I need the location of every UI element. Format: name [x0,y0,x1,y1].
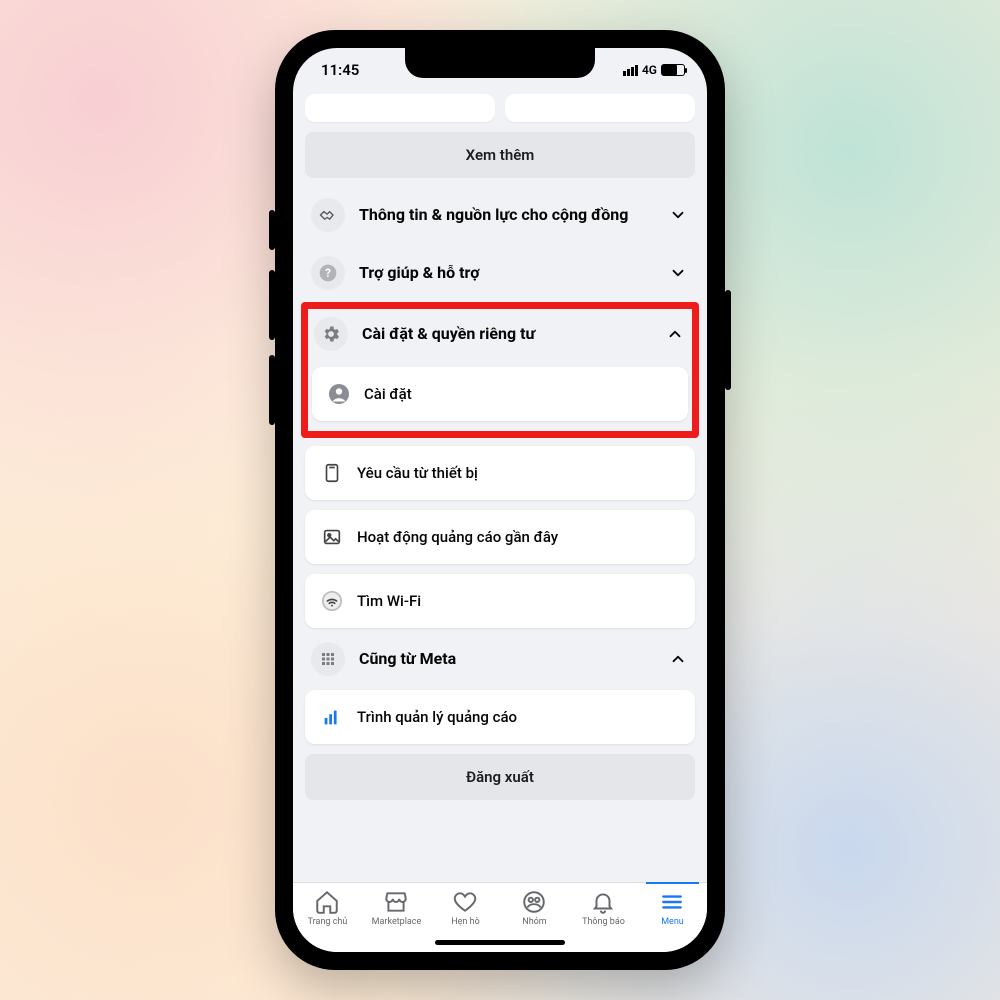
item-find-wifi[interactable]: Tìm Wi-Fi [305,574,695,628]
shortcut-card[interactable] [505,94,695,122]
section-label: Cũng từ Meta [359,649,655,670]
nav-menu[interactable]: Menu [639,889,705,927]
chevron-up-icon [666,325,686,343]
nav-home[interactable]: Trang chủ [294,889,360,927]
see-more-button[interactable]: Xem thêm [305,132,695,178]
heart-icon [452,889,478,915]
highlight-box: Cài đặt & quyền riêng tư Cài đặt [301,302,699,438]
device-icon [319,460,345,486]
home-icon [314,889,340,915]
side-button [269,210,275,250]
status-time: 11:45 [321,61,359,79]
item-ad-activity[interactable]: Hoạt động quảng cáo gần đây [305,510,695,564]
section-settings-privacy[interactable]: Cài đặt & quyền riêng tư [312,311,688,357]
item-ads-manager[interactable]: Trình quản lý quảng cáo [305,690,695,744]
shortcut-card[interactable] [305,94,495,122]
menu-icon [659,889,685,915]
gear-icon [314,317,348,351]
see-more-label: Xem thêm [466,146,535,164]
item-device-requests[interactable]: Yêu cầu từ thiết bị [305,446,695,500]
nav-label: Thông báo [582,917,625,927]
notch [405,48,595,78]
network-label: 4G [642,63,657,77]
item-settings[interactable]: Cài đặt [312,367,688,421]
nav-marketplace[interactable]: Marketplace [363,889,429,927]
nav-label: Trang chủ [308,917,348,927]
volume-down-button [269,355,275,425]
item-label: Tìm Wi-Fi [357,592,421,610]
screen: 11:45 4G Xem thêm Thông tin & nguồn lực … [293,48,707,952]
section-community[interactable]: Thông tin & nguồn lực cho cộng đồng [305,188,695,242]
signal-icon [623,65,638,76]
handshake-icon [311,198,345,232]
battery-icon [661,64,685,76]
question-icon: ? [311,256,345,290]
nav-label: Nhóm [522,917,546,927]
person-circle-icon [326,381,352,407]
bar-chart-icon [319,704,345,730]
wifi-icon [319,588,345,614]
section-label: Trợ giúp & hỗ trợ [359,263,655,284]
menu-content: Xem thêm Thông tin & nguồn lực cho cộng … [293,92,707,882]
chevron-up-icon [669,650,689,668]
nav-label: Marketplace [372,917,422,927]
item-label: Yêu cầu từ thiết bị [357,464,478,482]
bell-icon [590,889,616,915]
groups-icon [521,889,547,915]
logout-label: Đăng xuất [466,768,534,786]
power-button [725,290,731,390]
section-help[interactable]: ? Trợ giúp & hỗ trợ [305,252,695,294]
item-label: Trình quản lý quảng cáo [357,708,517,726]
home-indicator[interactable] [435,940,565,945]
nav-label: Menu [661,917,684,927]
photo-icon [319,524,345,550]
status-right: 4G [623,63,685,77]
section-label: Thông tin & nguồn lực cho cộng đồng [359,205,655,226]
item-label: Hoạt động quảng cáo gần đây [357,528,558,546]
phone-frame: 11:45 4G Xem thêm Thông tin & nguồn lực … [275,30,725,970]
store-icon [383,889,409,915]
section-meta[interactable]: Cũng từ Meta [305,638,695,680]
volume-up-button [269,270,275,340]
nav-label: Hẹn hò [451,917,480,927]
section-label: Cài đặt & quyền riêng tư [362,324,652,345]
item-label: Cài đặt [364,385,412,403]
chevron-down-icon [669,264,689,282]
nav-groups[interactable]: Nhóm [501,889,567,927]
nav-dating[interactable]: Hẹn hò [432,889,498,927]
logout-button[interactable]: Đăng xuất [305,754,695,800]
apps-grid-icon [311,642,345,676]
svg-text:?: ? [325,266,331,280]
shortcuts-row [305,94,695,122]
nav-notifications[interactable]: Thông báo [570,889,636,927]
chevron-down-icon [669,206,689,224]
